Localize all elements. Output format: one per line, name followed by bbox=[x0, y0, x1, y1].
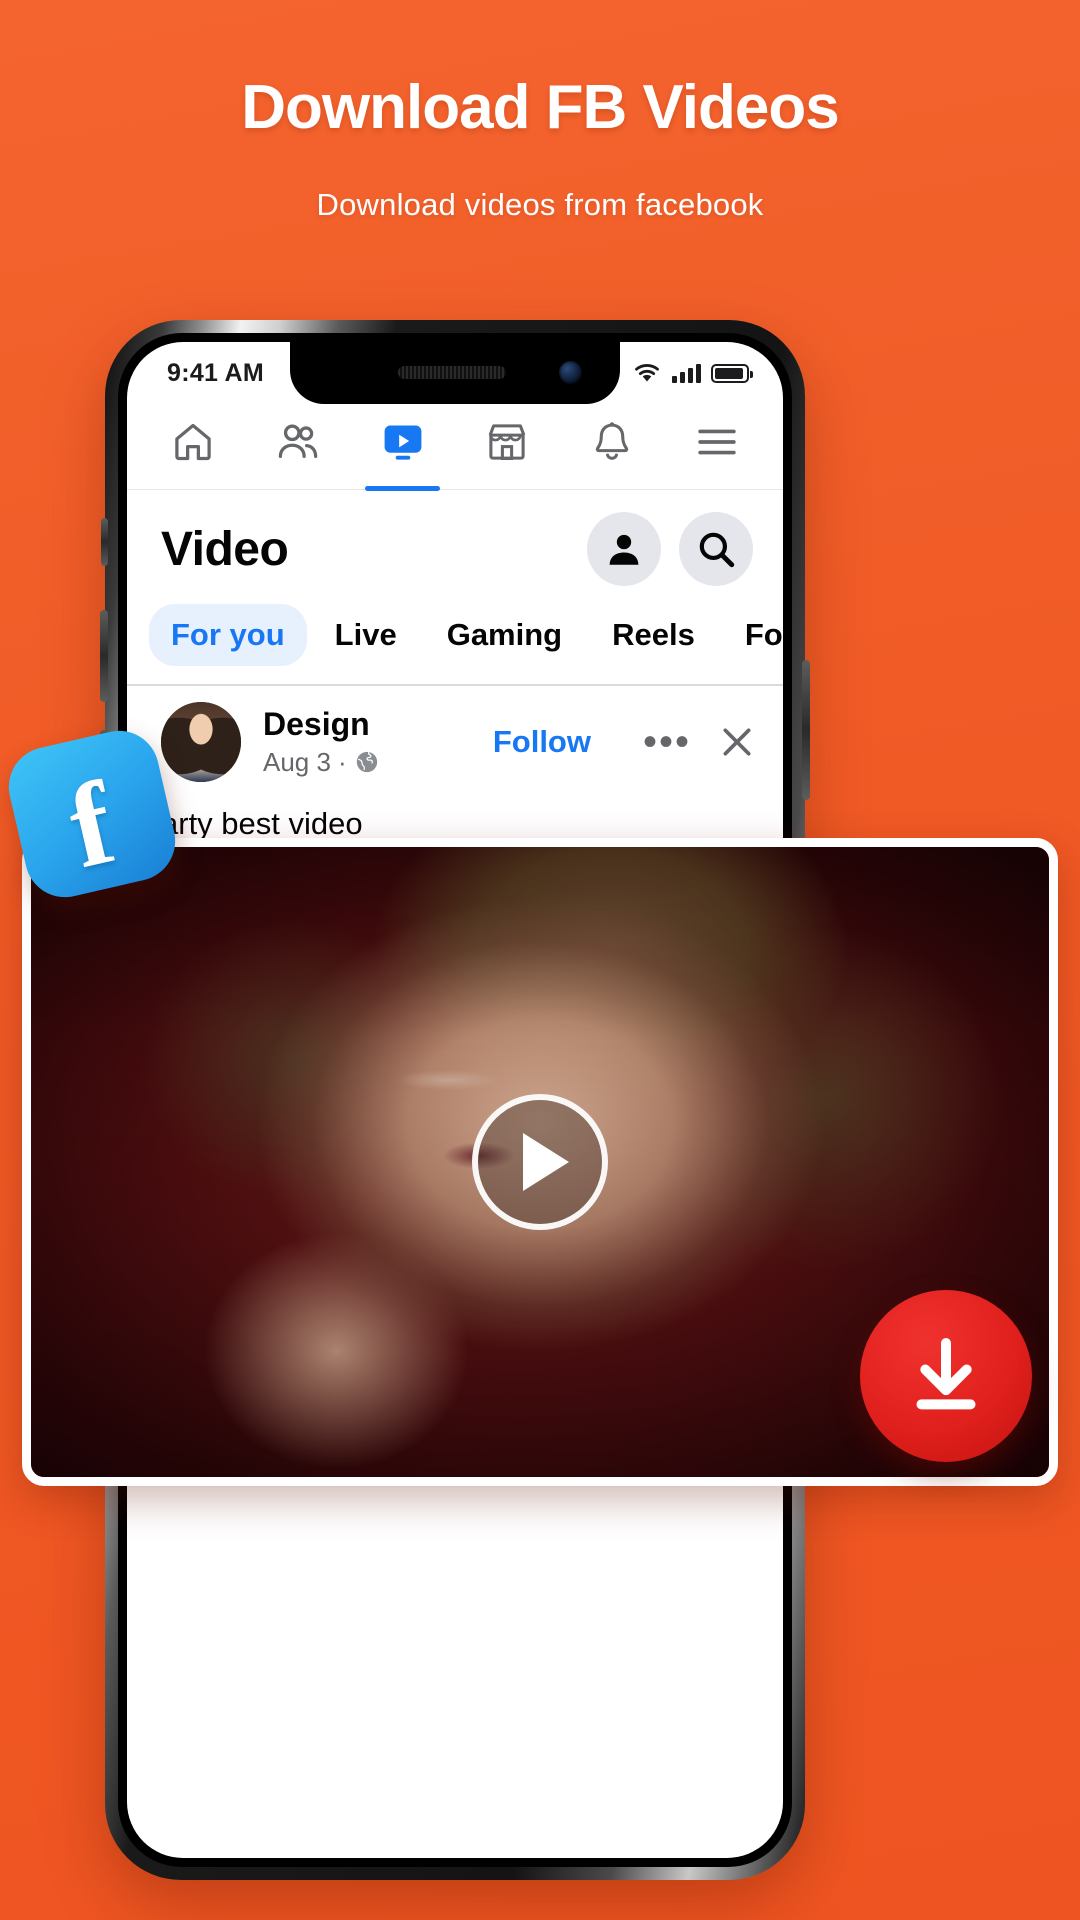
tab-for-you[interactable]: For you bbox=[149, 604, 307, 666]
bell-icon bbox=[595, 421, 629, 460]
nav-tab-menu[interactable] bbox=[664, 404, 769, 489]
profile-button[interactable] bbox=[587, 512, 661, 586]
author-avatar[interactable] bbox=[161, 702, 241, 782]
play-button[interactable] bbox=[472, 1094, 608, 1230]
video-page-title: Video bbox=[161, 522, 289, 576]
front-camera bbox=[559, 361, 582, 384]
phone-volume-up-button bbox=[100, 610, 108, 702]
video-header-actions bbox=[587, 512, 753, 586]
hamburger-menu-icon bbox=[698, 429, 736, 454]
search-button[interactable] bbox=[679, 512, 753, 586]
post-meta-separator: · bbox=[337, 746, 347, 777]
post-author-block: Design Aug 3 · bbox=[263, 706, 493, 778]
close-icon[interactable] bbox=[717, 722, 757, 762]
download-button[interactable] bbox=[860, 1290, 1032, 1462]
post-author-name[interactable]: Design bbox=[263, 706, 493, 743]
battery-icon bbox=[711, 363, 753, 383]
video-icon bbox=[384, 425, 422, 460]
phone-notch bbox=[290, 342, 620, 404]
post-date: Aug 3 bbox=[263, 746, 331, 777]
friends-icon bbox=[278, 423, 318, 458]
promo-header: Download FB Videos Download videos from … bbox=[0, 0, 1080, 223]
tab-live[interactable]: Live bbox=[313, 604, 419, 666]
cellular-signal-icon bbox=[672, 363, 701, 383]
follow-button[interactable]: Follow bbox=[493, 724, 591, 760]
search-icon bbox=[699, 532, 735, 568]
post-meta: Aug 3 · bbox=[263, 747, 493, 778]
phone-mute-switch bbox=[101, 518, 108, 566]
wifi-icon bbox=[635, 364, 659, 382]
tab-reels[interactable]: Reels bbox=[590, 604, 717, 666]
nav-tab-marketplace[interactable] bbox=[455, 404, 560, 489]
marketplace-icon bbox=[489, 423, 526, 460]
home-icon bbox=[175, 423, 212, 460]
download-arrow-icon bbox=[916, 1338, 976, 1410]
facebook-logo-glyph: f bbox=[57, 756, 126, 894]
status-bar-indicators bbox=[632, 362, 753, 384]
phone-power-button bbox=[802, 660, 810, 800]
post-header: Design Aug 3 · Follow ••• bbox=[127, 686, 783, 792]
page-subtitle: Download videos from facebook bbox=[316, 187, 764, 222]
nav-tab-video[interactable] bbox=[350, 404, 455, 491]
nav-tab-friends[interactable] bbox=[246, 404, 351, 489]
video-section-header: Video bbox=[127, 490, 783, 600]
profile-avatar-icon bbox=[609, 534, 639, 565]
facebook-top-nav bbox=[127, 404, 783, 491]
play-button-icon bbox=[523, 1133, 569, 1191]
status-bar-time: 9:41 AM bbox=[167, 358, 265, 387]
nav-tab-notifications[interactable] bbox=[560, 404, 665, 489]
globe-icon bbox=[356, 752, 377, 773]
tab-follow[interactable]: Follow bbox=[723, 604, 783, 666]
more-options-icon[interactable]: ••• bbox=[643, 722, 691, 762]
video-category-tabs: For you Live Gaming Reels Follow bbox=[127, 600, 783, 684]
nav-tab-home[interactable] bbox=[141, 404, 246, 489]
page-title: Download FB Videos bbox=[241, 73, 839, 142]
earpiece-speaker bbox=[398, 366, 506, 379]
tab-gaming[interactable]: Gaming bbox=[425, 604, 584, 666]
